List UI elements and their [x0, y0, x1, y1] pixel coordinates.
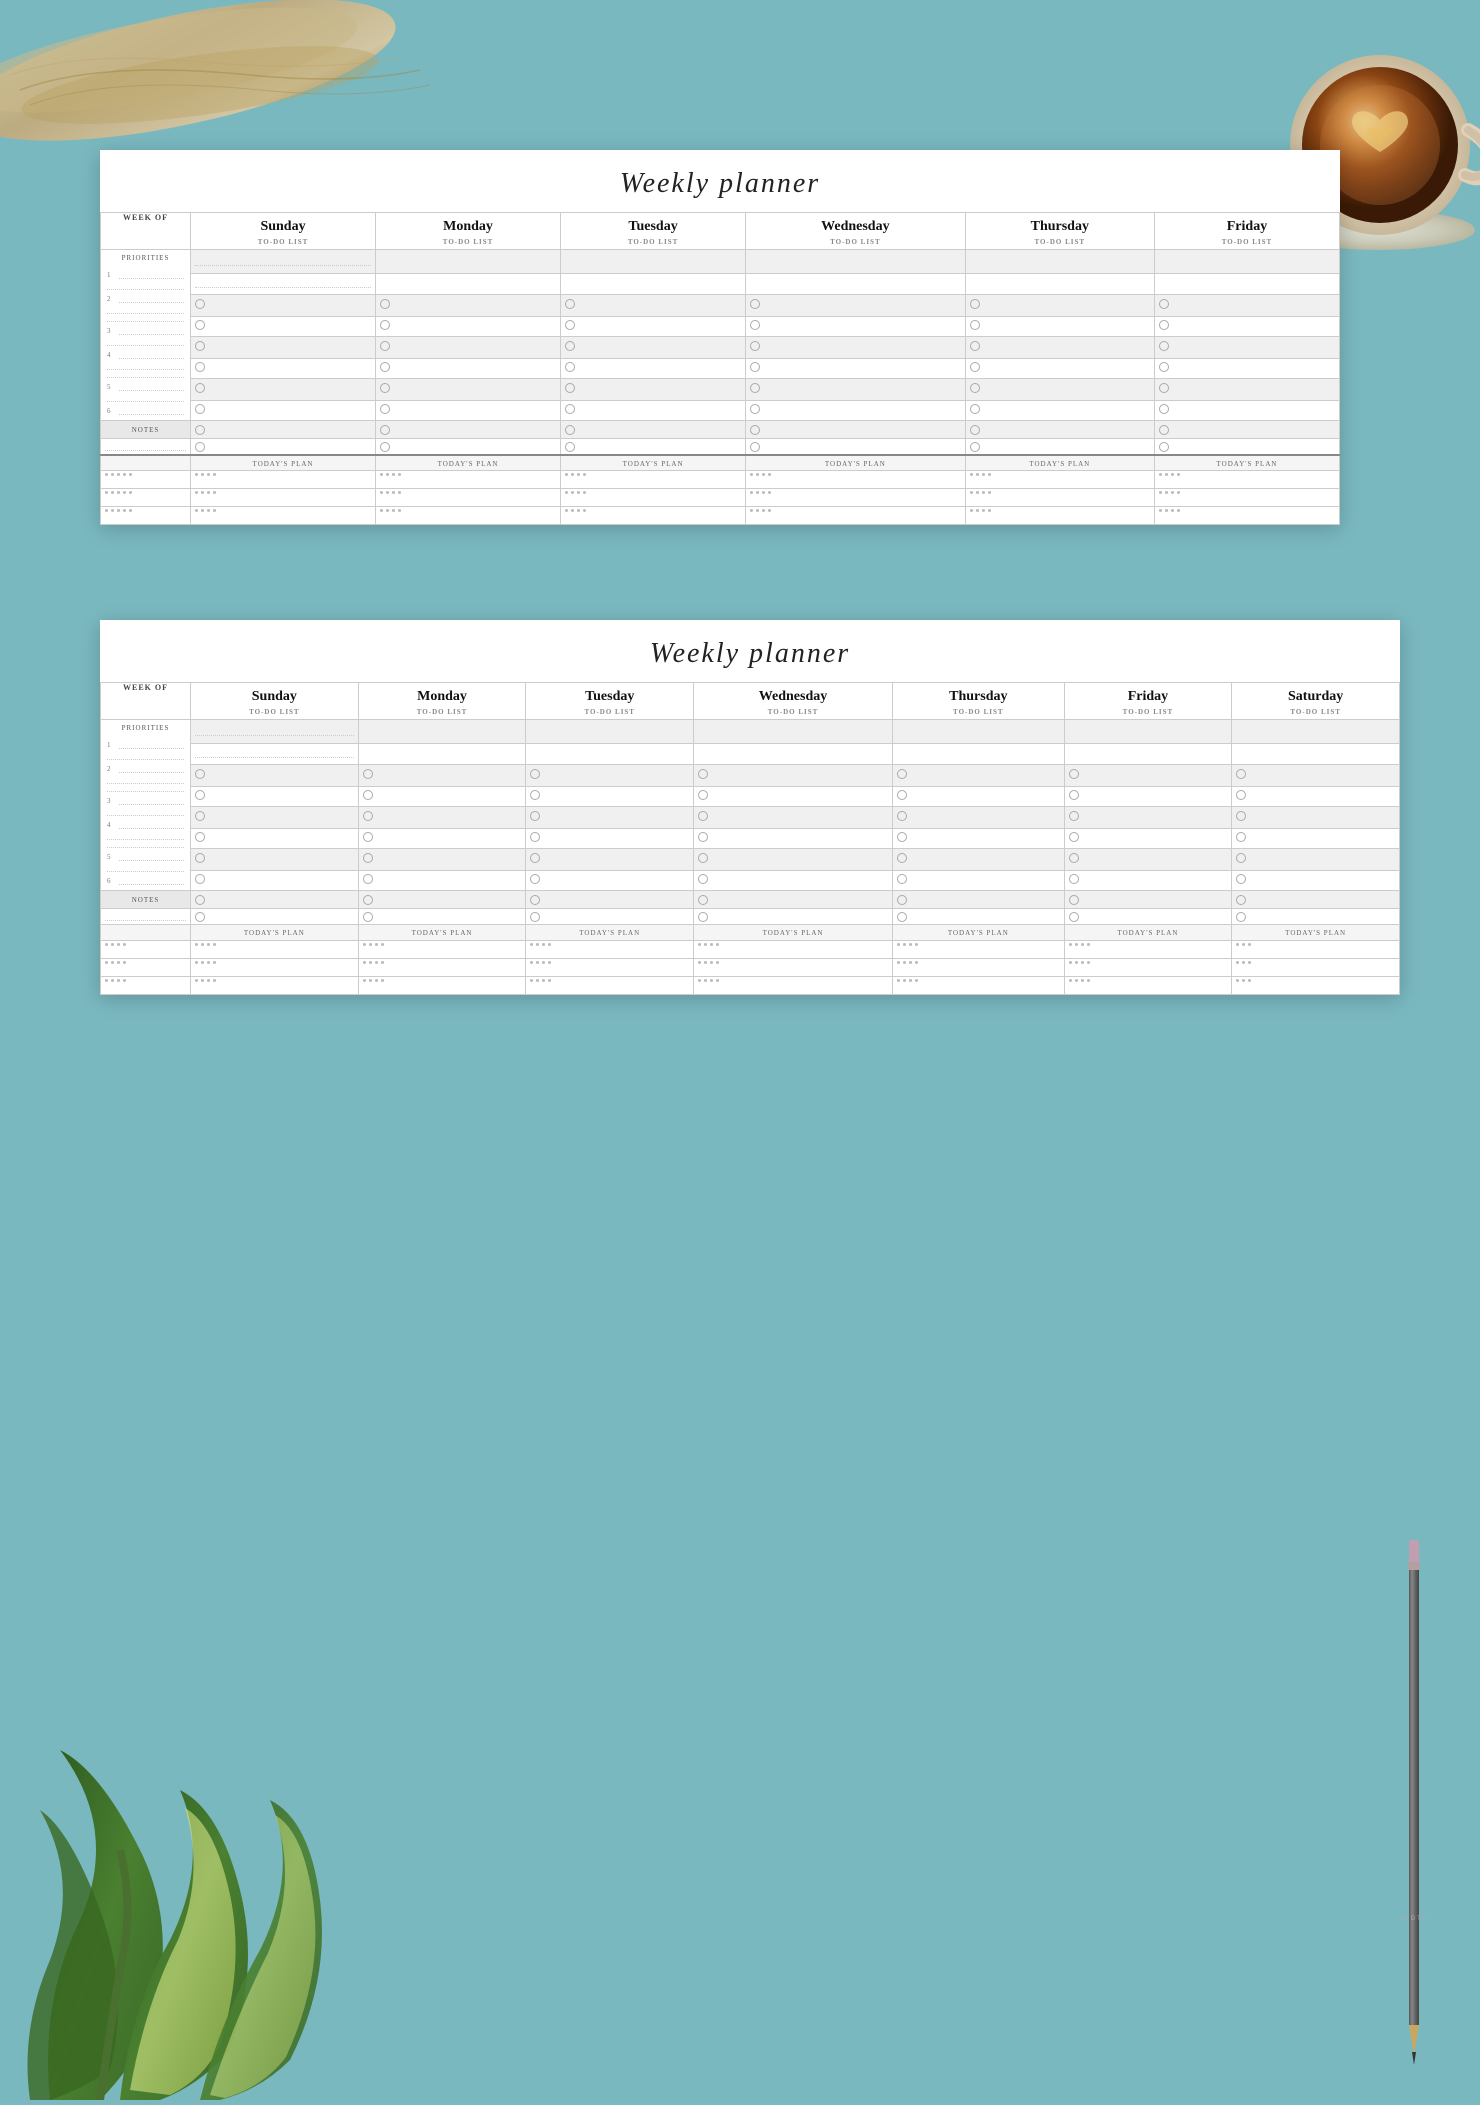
priorities-label-p1: PRIORITIES	[103, 254, 188, 262]
page1-title: Weekly planner	[100, 150, 1340, 212]
day-friday-p1: Friday	[1155, 213, 1339, 237]
priority-1-p1: 1	[103, 268, 188, 280]
day-monday-p1: Monday	[376, 213, 560, 237]
todo-label-sun-p1: TO-DO LIST	[191, 237, 375, 249]
todo-label-mon-p1: TO-DO LIST	[376, 237, 560, 249]
week-of-label-p2: WEEK OF	[101, 683, 191, 720]
notes-label-p1: NOTES	[132, 426, 160, 434]
day-monday-p2: Monday	[359, 683, 526, 707]
day-sunday-p1: Sunday	[191, 213, 375, 237]
priorities-label-p2: PRIORITIES	[103, 724, 188, 732]
todo-label-wed-p1: TO-DO LIST	[746, 237, 965, 249]
priority-4-p1: 4	[103, 348, 188, 360]
day-tuesday-p2: Tuesday	[526, 683, 693, 707]
day-thursday-p1: Thursday	[966, 213, 1154, 237]
priority-2-p1: 2	[103, 292, 188, 304]
planner-page-1: Weekly planner WEEK OF Sunday TO-DO LIST	[100, 150, 1420, 525]
todo-label-thu-p1: TO-DO LIST	[966, 237, 1154, 249]
pencil-decoration: STAEDTLER	[1400, 1540, 1428, 2070]
day-thursday-p2: Thursday	[893, 683, 1064, 707]
page2-title: Weekly planner	[100, 620, 1400, 682]
todo-label-fri-p1: TO-DO LIST	[1155, 237, 1339, 249]
priority-3-p1: 3	[103, 324, 188, 336]
todays-plan-sun-p1: TODAY'S PLAN	[253, 460, 314, 468]
week-of-label: WEEK OF	[101, 213, 191, 250]
day-friday-p2: Friday	[1065, 683, 1232, 707]
day-tuesday-p1: Tuesday	[561, 213, 745, 237]
notes-label-p2: NOTES	[132, 896, 160, 904]
day-wednesday-p2: Wednesday	[694, 683, 892, 707]
priority-6-p1: 6	[103, 404, 188, 416]
todo-label-tue-p1: TO-DO LIST	[561, 237, 745, 249]
priority-5-p1: 5	[103, 380, 188, 392]
plant-decoration	[0, 1550, 400, 2100]
checkbox-p1[interactable]	[195, 299, 205, 309]
planner-page-2: Weekly planner WEEK OF Sunday TO-DO LIST	[100, 620, 1420, 995]
day-wednesday-p1: Wednesday	[746, 213, 965, 237]
day-saturday-p2: Saturday	[1232, 683, 1399, 707]
day-sunday-p2: Sunday	[191, 683, 358, 707]
svg-text:STAEDTLER: STAEDTLER	[1400, 1916, 1428, 1922]
